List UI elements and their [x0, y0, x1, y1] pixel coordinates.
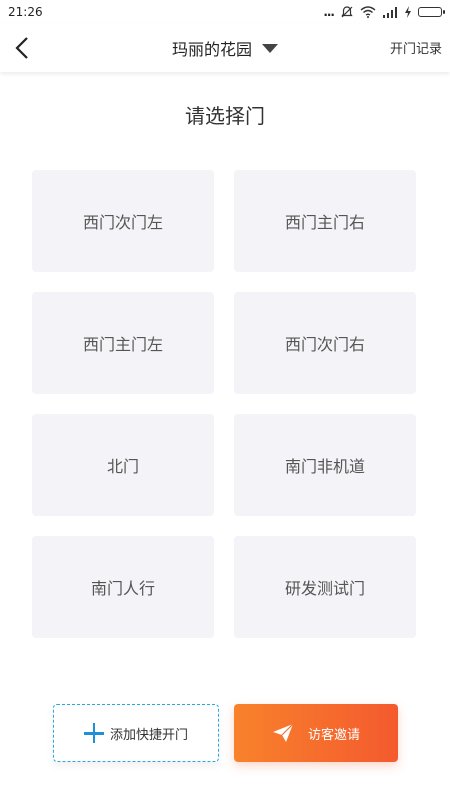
status-bar: 21:26 ...	[0, 0, 450, 24]
status-icons: ...	[323, 5, 445, 19]
paper-plane-icon	[272, 723, 294, 742]
page-title: 玛丽的花园	[171, 40, 252, 59]
header: 玛丽的花园 开门记录	[0, 24, 450, 72]
door-button[interactable]: 西门次门右	[234, 292, 416, 394]
open-records-link[interactable]: 开门记录	[390, 38, 442, 57]
signal-icon	[383, 7, 397, 18]
door-prompt: 请选择门	[185, 104, 265, 128]
status-time: 21:26	[8, 5, 43, 19]
title-wrap: 玛丽的花园	[0, 24, 450, 72]
door-button[interactable]: 西门主门左	[32, 292, 214, 394]
door-button[interactable]: 西门主门右	[234, 170, 416, 272]
invite-visitor-label: 访客邀请	[307, 727, 360, 743]
door-button[interactable]: 研发测试门	[234, 536, 416, 638]
caret-down-icon	[262, 43, 278, 53]
door-grid: 西门次门左 西门主门右 西门主门左 西门次门右 北门 南门非机道 南门人行 研发…	[32, 170, 416, 638]
plus-icon	[83, 723, 104, 743]
door-button[interactable]: 北门	[32, 414, 214, 516]
chevron-left-icon	[15, 37, 28, 59]
door-button[interactable]: 西门次门左	[32, 170, 214, 272]
back-button[interactable]	[6, 32, 38, 64]
more-dots: ...	[323, 5, 335, 19]
door-button[interactable]: 南门非机道	[234, 414, 416, 516]
bell-off-icon	[341, 6, 353, 18]
lightning-icon	[405, 6, 411, 18]
add-shortcut-label: 添加快捷开门	[109, 727, 188, 743]
community-selector[interactable]: 玛丽的花园	[172, 36, 278, 60]
wifi-icon	[360, 6, 376, 18]
battery-icon	[418, 7, 445, 17]
door-button[interactable]: 南门人行	[32, 536, 214, 638]
invite-visitor-button[interactable]: 访客邀请	[234, 704, 398, 762]
add-shortcut-button[interactable]: 添加快捷开门	[53, 704, 219, 762]
